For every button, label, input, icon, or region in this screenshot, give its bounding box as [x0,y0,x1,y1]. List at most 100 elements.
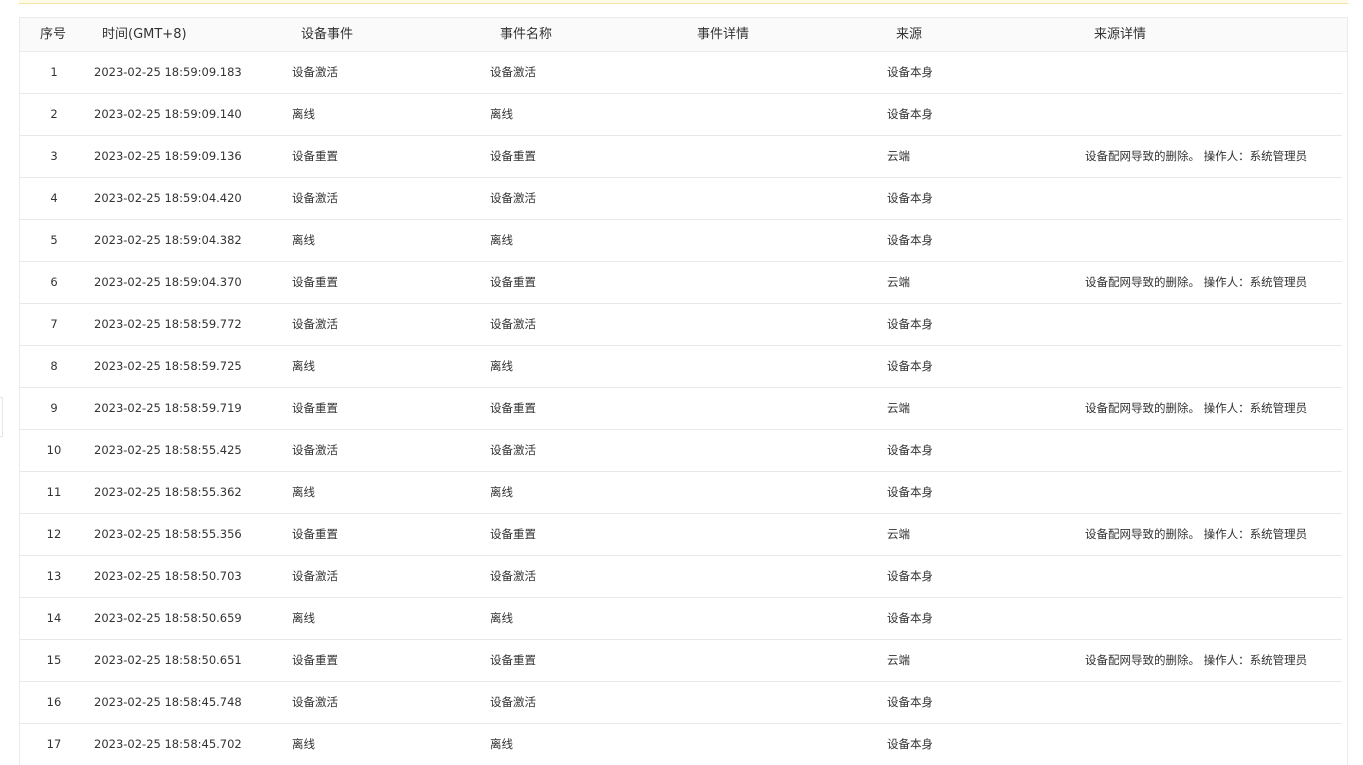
row-index: 13 [46,569,62,583]
row-event: 设备激活 [292,443,338,457]
table-row: 9 2023-02-25 18:58:59.719 设备重置 设备重置 云端 设备配网导致… [20,388,1342,430]
row-time: 2023-02-25 18:59:09.183 [94,65,242,79]
row-index: 9 [50,401,58,415]
header-time: 时间(GMT+8) [102,27,187,42]
row-time: 2023-02-25 18:58:55.425 [94,443,242,457]
row-time: 2023-02-25 18:59:09.136 [94,149,242,163]
row-time: 2023-02-25 18:58:50.659 [94,611,242,625]
device-event-table: 序号 时间(GMT+8) 设备事件 事件名称 事件详情 来源 来源详情 1 202… [19,17,1348,765]
row-source: 云端 [887,653,910,667]
row-index: 14 [46,611,62,625]
row-source: 设备本身 [887,317,933,331]
table-row: 15 2023-02-25 18:58:50.651 设备重置 设备重置 云端 设备配网导… [20,640,1342,682]
side-collapse-handle[interactable] [0,397,3,437]
row-event: 设备激活 [292,569,338,583]
row-event-name: 离线 [490,233,513,247]
row-source: 云端 [887,275,910,289]
row-event: 设备重置 [292,401,338,415]
row-source: 设备本身 [887,569,933,583]
row-event-name: 离线 [490,485,513,499]
row-event: 设备重置 [292,653,338,667]
table-body: 1 2023-02-25 18:59:09.183 设备激活 设备激活 设备本身 2 202… [20,52,1342,765]
row-source: 设备本身 [887,107,933,121]
row-event: 离线 [292,611,315,625]
row-source: 云端 [887,401,910,415]
row-event: 设备激活 [292,317,338,331]
row-time: 2023-02-25 18:58:50.703 [94,569,242,583]
row-time: 2023-02-25 18:59:09.140 [94,107,242,121]
table-row: 10 2023-02-25 18:58:55.425 设备激活 设备激活 设备本身 [20,430,1342,472]
row-event-name: 离线 [490,611,513,625]
row-event-name: 离线 [490,107,513,121]
row-event: 离线 [292,485,315,499]
row-event: 设备重置 [292,149,338,163]
header-event-detail: 事件详情 [697,27,750,42]
row-source-detail: 设备配网导致的删除。 操作人：系统管理员 [1085,149,1308,163]
table-row: 1 2023-02-25 18:59:09.183 设备激活 设备激活 设备本身 [20,52,1342,94]
row-event-name: 设备激活 [490,569,536,583]
row-event-name: 设备激活 [490,695,536,709]
row-event-name: 离线 [490,359,513,373]
table-row: 8 2023-02-25 18:58:59.725 离线 离线 设备本身 [20,346,1342,388]
row-event: 设备激活 [292,191,338,205]
row-index: 3 [50,149,58,163]
table-row: 7 2023-02-25 18:58:59.772 设备激活 设备激活 设备本身 [20,304,1342,346]
row-event: 离线 [292,359,315,373]
row-event-name: 设备激活 [490,317,536,331]
row-time: 2023-02-25 18:58:55.362 [94,485,242,499]
row-source-detail: 设备配网导致的删除。 操作人：系统管理员 [1085,653,1308,667]
row-time: 2023-02-25 18:58:45.748 [94,695,242,709]
row-event: 设备重置 [292,275,338,289]
row-source: 云端 [887,149,910,163]
row-index: 1 [50,65,58,79]
row-event-name: 设备激活 [490,65,536,79]
row-source-detail: 设备配网导致的删除。 操作人：系统管理员 [1085,275,1308,289]
table-row: 11 2023-02-25 18:58:55.362 离线 离线 设备本身 [20,472,1342,514]
table-row: 13 2023-02-25 18:58:50.703 设备激活 设备激活 设备本身 [20,556,1342,598]
row-event: 离线 [292,107,315,121]
header-event-name: 事件名称 [500,27,553,42]
row-event-name: 离线 [490,737,513,751]
row-index: 16 [46,695,62,709]
row-source: 设备本身 [887,737,933,751]
row-event-name: 设备重置 [490,149,536,163]
row-source: 设备本身 [887,65,933,79]
table-row: 4 2023-02-25 18:59:04.420 设备激活 设备激活 设备本身 [20,178,1342,220]
header-index: 序号 [40,27,67,42]
row-source: 设备本身 [887,191,933,205]
row-index: 15 [46,653,62,667]
row-event: 离线 [292,737,315,751]
row-index: 7 [50,317,58,331]
row-event-name: 设备重置 [490,401,536,415]
row-event-name: 设备激活 [490,443,536,457]
row-event: 设备激活 [292,65,338,79]
row-index: 5 [50,233,58,247]
row-index: 2 [50,107,58,121]
header-source: 来源 [896,27,923,42]
row-time: 2023-02-25 18:58:59.772 [94,317,242,331]
table-row: 5 2023-02-25 18:59:04.382 离线 离线 设备本身 [20,220,1342,262]
row-source: 设备本身 [887,359,933,373]
row-time: 2023-02-25 18:58:50.651 [94,653,242,667]
table-row: 12 2023-02-25 18:58:55.356 设备重置 设备重置 云端 设备配网导… [20,514,1342,556]
table-header: 序号 时间(GMT+8) 设备事件 事件名称 事件详情 来源 来源详情 [20,17,1347,52]
row-source-detail: 设备配网导致的删除。 操作人：系统管理员 [1085,401,1308,415]
table-row: 16 2023-02-25 18:58:45.748 设备激活 设备激活 设备本身 [20,682,1342,724]
row-source: 设备本身 [887,485,933,499]
row-event: 设备重置 [292,527,338,541]
table-row: 3 2023-02-25 18:59:09.136 设备重置 设备重置 云端 设备配网导致… [20,136,1342,178]
row-source: 设备本身 [887,443,933,457]
row-event-name: 设备激活 [490,191,536,205]
row-source: 设备本身 [887,695,933,709]
table-row: 14 2023-02-25 18:58:50.659 离线 离线 设备本身 [20,598,1342,640]
row-time: 2023-02-25 18:58:45.702 [94,737,242,751]
table-row: 17 2023-02-25 18:58:45.702 离线 离线 设备本身 [20,724,1342,765]
row-source-detail: 设备配网导致的删除。 操作人：系统管理员 [1085,527,1308,541]
row-source: 云端 [887,527,910,541]
row-event: 设备激活 [292,695,338,709]
row-index: 4 [50,191,58,205]
row-index: 10 [46,443,62,457]
row-event-name: 设备重置 [490,275,536,289]
row-time: 2023-02-25 18:59:04.382 [94,233,242,247]
row-source: 设备本身 [887,233,933,247]
